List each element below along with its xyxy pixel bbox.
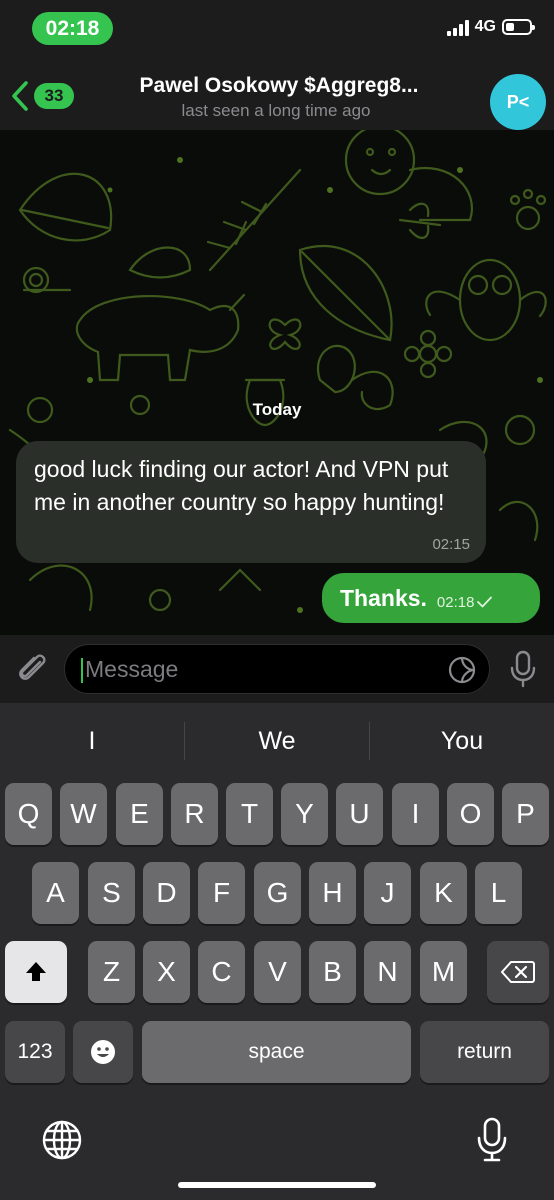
key-d[interactable]: D bbox=[143, 862, 190, 924]
suggestion-2[interactable]: We bbox=[185, 727, 369, 756]
numbers-key[interactable]: 123 bbox=[5, 1021, 65, 1083]
key-g[interactable]: G bbox=[254, 862, 301, 924]
space-key[interactable]: space bbox=[142, 1021, 411, 1083]
key-o[interactable]: O bbox=[447, 783, 494, 845]
paperclip-icon bbox=[19, 654, 46, 680]
predictive-bar: I We You bbox=[0, 703, 554, 779]
chevron-left-icon bbox=[12, 81, 28, 111]
network-type: 4G bbox=[474, 18, 496, 35]
backspace-key[interactable] bbox=[487, 941, 549, 1003]
key-e[interactable]: E bbox=[116, 783, 163, 845]
message-text: good luck finding our actor! And VPN put… bbox=[34, 456, 449, 515]
key-l[interactable]: L bbox=[475, 862, 522, 924]
last-seen-status: last seen a long time ago bbox=[181, 101, 371, 120]
sticker-button[interactable] bbox=[447, 655, 477, 685]
message-composer bbox=[0, 635, 554, 703]
key-p[interactable]: P bbox=[502, 783, 549, 845]
emoji-key[interactable] bbox=[73, 1021, 133, 1083]
emoji-icon bbox=[91, 1040, 115, 1064]
return-key[interactable]: return bbox=[420, 1021, 549, 1083]
status-time: 02:18 bbox=[32, 12, 113, 45]
keyboard: I We You Q W E R T Y U I O P A S D F G H… bbox=[0, 703, 554, 1200]
key-c[interactable]: C bbox=[198, 941, 245, 1003]
suggestion-1[interactable]: I bbox=[0, 727, 184, 756]
message-input-field[interactable] bbox=[64, 644, 490, 694]
key-h[interactable]: H bbox=[309, 862, 356, 924]
key-v[interactable]: V bbox=[254, 941, 301, 1003]
attach-button[interactable] bbox=[14, 651, 50, 687]
message-time: 02:18 bbox=[436, 593, 475, 611]
key-y[interactable]: Y bbox=[281, 783, 328, 845]
key-u[interactable]: U bbox=[336, 783, 383, 845]
key-j[interactable]: J bbox=[364, 862, 411, 924]
key-i[interactable]: I bbox=[392, 783, 439, 845]
back-button[interactable]: 33 bbox=[10, 80, 74, 112]
key-n[interactable]: N bbox=[364, 941, 411, 1003]
chat-header: 02:18 4G 33 Pawel Osokowy $Aggreg8... la… bbox=[0, 0, 554, 130]
key-z[interactable]: Z bbox=[88, 941, 135, 1003]
microphone-icon bbox=[477, 1117, 507, 1162]
shift-icon bbox=[26, 962, 46, 981]
message-time: 02:15 bbox=[432, 536, 470, 553]
key-f[interactable]: F bbox=[198, 862, 245, 924]
chat-title[interactable]: Pawel Osokowy $Aggreg8... bbox=[100, 74, 458, 98]
battery-icon bbox=[502, 19, 535, 35]
microphone-icon bbox=[510, 650, 536, 688]
suggestion-3[interactable]: You bbox=[370, 727, 554, 756]
key-s[interactable]: S bbox=[88, 862, 135, 924]
key-q[interactable]: Q bbox=[5, 783, 52, 845]
key-m[interactable]: M bbox=[420, 941, 467, 1003]
dictation-button[interactable] bbox=[472, 1115, 512, 1165]
avatar[interactable]: P< bbox=[490, 74, 546, 130]
message-text: Thanks. bbox=[340, 584, 427, 611]
message-meta: 02:18 bbox=[437, 594, 493, 611]
voice-message-button[interactable] bbox=[506, 649, 540, 689]
sticker-icon bbox=[448, 656, 476, 684]
backspace-icon bbox=[501, 961, 535, 983]
shift-key[interactable] bbox=[5, 941, 67, 1003]
key-b[interactable]: B bbox=[309, 941, 356, 1003]
text-caret bbox=[81, 658, 83, 683]
checkmark-icon bbox=[477, 596, 493, 608]
incoming-message[interactable]: good luck finding our actor! And VPN put… bbox=[16, 441, 486, 563]
key-t[interactable]: T bbox=[226, 783, 273, 845]
key-a[interactable]: A bbox=[32, 862, 79, 924]
key-k[interactable]: K bbox=[420, 862, 467, 924]
date-separator: Today bbox=[252, 400, 302, 419]
globe-icon bbox=[42, 1120, 82, 1160]
message-input[interactable] bbox=[85, 645, 445, 693]
battery-level bbox=[506, 23, 514, 31]
key-x[interactable]: X bbox=[143, 941, 190, 1003]
signal-icon bbox=[446, 19, 469, 36]
key-r[interactable]: R bbox=[171, 783, 218, 845]
key-w[interactable]: W bbox=[60, 783, 107, 845]
unread-badge: 33 bbox=[34, 83, 74, 109]
home-indicator bbox=[178, 1182, 376, 1188]
globe-button[interactable] bbox=[40, 1118, 84, 1162]
status-indicators: 4G bbox=[446, 18, 535, 36]
chat-area[interactable]: Today good luck finding our actor! And V… bbox=[0, 130, 554, 635]
outgoing-message[interactable]: Thanks. 02:18 bbox=[322, 573, 540, 623]
